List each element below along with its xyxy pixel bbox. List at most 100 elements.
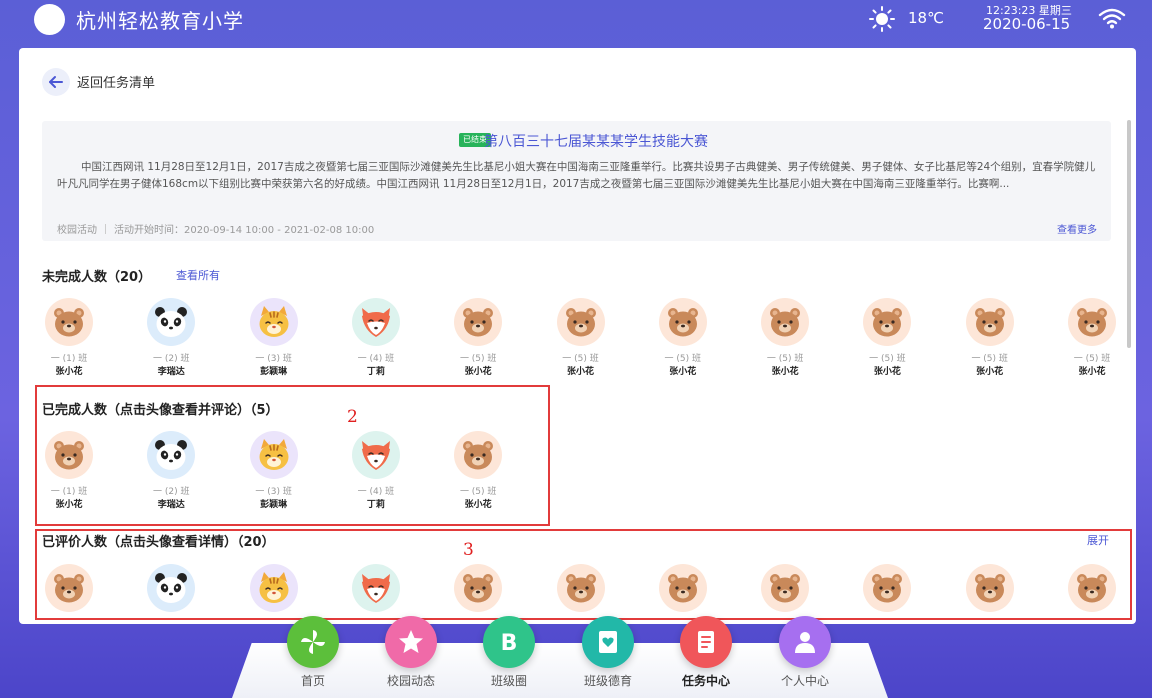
- bear-avatar[interactable]: [45, 298, 93, 346]
- dock-item-1[interactable]: 校园动态: [371, 616, 451, 698]
- bear-avatar[interactable]: [1068, 298, 1116, 346]
- student-item[interactable]: 一 (5) 班张小花: [735, 298, 835, 388]
- student-item[interactable]: 一 (3) 班彭颖琳: [224, 298, 324, 388]
- bear-avatar[interactable]: [863, 298, 912, 346]
- dock-item-4[interactable]: 任务中心: [666, 616, 746, 698]
- student-item[interactable]: 一 (5) 班张小花: [531, 298, 631, 388]
- school-name: 杭州轻松教育小学: [76, 9, 244, 33]
- student-item[interactable]: 一 (5) 班张小花: [1042, 298, 1136, 388]
- wifi-icon: [1098, 8, 1126, 29]
- student-class: 一 (3) 班: [255, 354, 292, 364]
- dock-label: 任务中心: [681, 674, 730, 688]
- task-title: 第八百三十七届某某某学生技能大赛: [484, 134, 708, 150]
- fox-avatar[interactable]: [351, 298, 400, 346]
- student-class: 一 (5) 班: [971, 354, 1008, 364]
- tiger-avatar[interactable]: [249, 298, 298, 346]
- bear-avatar[interactable]: [965, 298, 1014, 346]
- task-description: 中国江西网讯 11月28日至12月1日，2017吉成之夜暨第七届三亚国际沙滩健美…: [57, 161, 1096, 190]
- bear-avatar[interactable]: [761, 298, 810, 346]
- student-item[interactable]: 一 (5) 班张小花: [633, 298, 733, 388]
- task-doc-button[interactable]: [680, 616, 732, 668]
- panda-icon: [155, 307, 188, 337]
- unfinished-list: 一 (1) 班张小花一 (2) 班李瑞达一 (3) 班彭颖琳一 (4) 班丁莉一…: [19, 298, 1136, 388]
- pinwheel-icon: [301, 630, 325, 654]
- student-item[interactable]: 一 (1) 班张小花: [19, 298, 119, 388]
- dock-item-3[interactable]: 班级德育: [568, 616, 648, 698]
- student-class: 一 (2) 班: [153, 354, 190, 364]
- svg-text:B: B: [501, 631, 518, 656]
- dock-item-0[interactable]: 首页: [273, 616, 353, 698]
- clock-date: 2020-06-15: [983, 15, 1071, 33]
- task-category: 校园活动: [57, 225, 97, 236]
- task-info-card: 已结束 第八百三十七届某某某学生技能大赛 中国江西网讯 11月28日至12月1日…: [42, 121, 1111, 241]
- bear-icon: [54, 308, 84, 337]
- student-class: 一 (5) 班: [562, 354, 599, 364]
- task-doc-icon: [698, 631, 714, 653]
- bear-icon: [565, 308, 596, 337]
- student-class: 一 (4) 班: [357, 354, 395, 364]
- student-class: 一 (5) 班: [459, 354, 497, 364]
- student-class: 一 (5) 班: [1073, 354, 1111, 364]
- student-class: 一 (5) 班: [664, 354, 702, 364]
- student-class: 一 (5) 班: [766, 354, 804, 364]
- view-more-link[interactable]: 查看更多: [1057, 221, 1097, 236]
- school-logo: [34, 4, 65, 35]
- student-name: 张小花: [976, 367, 1004, 377]
- panda-avatar[interactable]: [147, 298, 196, 346]
- top-bar: 杭州轻松教育小学 18℃ 12:23:23 星期三 2020-06-15: [0, 0, 1152, 48]
- sun-icon: [869, 6, 895, 32]
- task-time-range: 活动开始时间：2020-09-14 10:00 - 2021-02-08 10:…: [114, 225, 375, 236]
- person-icon: [795, 632, 815, 653]
- pinwheel-button[interactable]: [287, 616, 339, 668]
- dock-label: 首页: [300, 674, 325, 688]
- bear-icon: [1077, 308, 1107, 337]
- tiger-icon: [259, 306, 289, 337]
- b-letter-button[interactable]: B: [483, 616, 535, 668]
- bear-icon: [872, 308, 903, 337]
- star-button[interactable]: [385, 616, 437, 668]
- student-name: 张小花: [464, 367, 492, 377]
- dock-item-5[interactable]: 个人中心: [765, 616, 845, 698]
- fox-icon: [361, 308, 390, 337]
- star-icon: [399, 630, 423, 653]
- student-name: 张小花: [771, 367, 799, 377]
- back-label[interactable]: 返回任务清单: [77, 72, 155, 91]
- student-name: 张小花: [55, 367, 83, 377]
- student-item[interactable]: 一 (5) 班张小花: [940, 298, 1040, 388]
- student-class: 一 (1) 班: [50, 354, 88, 364]
- arrow-left-icon: [49, 76, 63, 88]
- view-all-link[interactable]: 查看所有: [176, 267, 220, 283]
- bear-avatar[interactable]: [658, 298, 707, 346]
- student-item[interactable]: 一 (2) 班李瑞达: [121, 298, 221, 388]
- bear-icon: [667, 308, 698, 337]
- student-name: 张小花: [566, 367, 594, 377]
- student-item[interactable]: 一 (4) 班丁莉: [326, 298, 426, 388]
- annotation-number-2: 2: [347, 407, 358, 427]
- dock-item-2[interactable]: B 班级圈: [469, 616, 549, 698]
- dock-label: 校园动态: [386, 674, 435, 688]
- back-button[interactable]: [42, 68, 70, 96]
- student-name: 张小花: [1078, 367, 1106, 377]
- dock-label: 班级德育: [583, 674, 632, 688]
- student-name: 张小花: [669, 367, 697, 377]
- person-button[interactable]: [779, 616, 831, 668]
- student-name: 张小花: [873, 367, 901, 377]
- b-letter-icon: B: [501, 631, 518, 656]
- bear-avatar[interactable]: [556, 298, 605, 346]
- student-item[interactable]: 一 (5) 班张小花: [428, 298, 528, 388]
- heart-card-icon: [599, 631, 617, 653]
- heart-card-button[interactable]: [582, 616, 634, 668]
- bear-icon: [974, 308, 1005, 337]
- bear-avatar[interactable]: [454, 298, 503, 346]
- student-name: 丁莉: [366, 367, 385, 377]
- student-name: 李瑞达: [157, 367, 185, 377]
- annotation-box-3: [35, 529, 1132, 620]
- bear-icon: [463, 308, 494, 337]
- annotation-number-3: 3: [463, 540, 474, 560]
- student-class: 一 (5) 班: [869, 354, 906, 364]
- student-item[interactable]: 一 (5) 班张小花: [837, 298, 937, 388]
- dock-label: 个人中心: [780, 674, 829, 688]
- task-meta: 校园活动 活动开始时间：2020-09-14 10:00 - 2021-02-08…: [57, 221, 374, 236]
- temperature: 18℃: [908, 9, 944, 27]
- dock-label: 班级圈: [490, 674, 527, 688]
